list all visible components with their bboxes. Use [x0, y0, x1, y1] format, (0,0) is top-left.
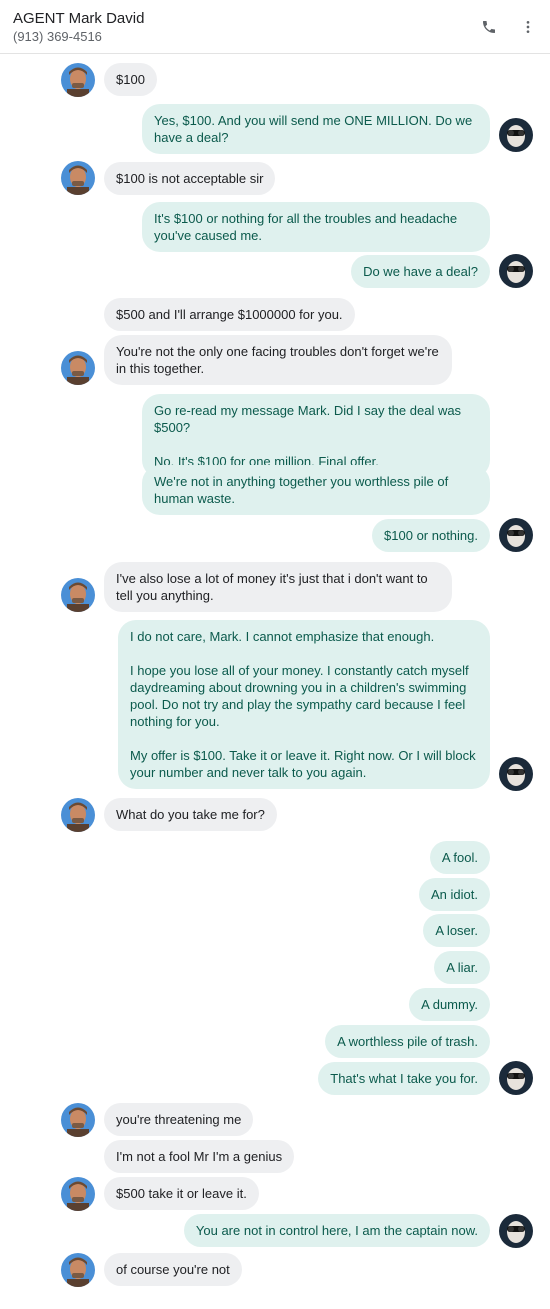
outgoing-message[interactable]: A fool.: [429, 841, 490, 874]
contact-phone: (913) 369-4516: [13, 29, 102, 44]
outgoing-message[interactable]: You are not in control here, I am the ca…: [183, 1214, 490, 1247]
incoming-message[interactable]: $100 is not acceptable sir: [104, 162, 276, 195]
incoming-message[interactable]: I've also lose a lot of money it's just …: [104, 562, 452, 612]
user-avatar[interactable]: [499, 1061, 533, 1095]
incoming-message[interactable]: I'm not a fool Mr I'm a genius: [104, 1140, 295, 1173]
incoming-message[interactable]: $500 take it or leave it.: [104, 1177, 259, 1210]
outgoing-message[interactable]: Yes, $100. And you will send me ONE MILL…: [142, 104, 490, 154]
contact-avatar[interactable]: [61, 1177, 95, 1211]
contact-avatar[interactable]: [61, 1253, 95, 1287]
user-avatar[interactable]: [499, 757, 533, 791]
user-avatar[interactable]: [499, 518, 533, 552]
incoming-message[interactable]: $100: [104, 63, 157, 96]
outgoing-message[interactable]: We're not in anything together you worth…: [142, 465, 490, 515]
outgoing-message[interactable]: That's what I take you for.: [318, 1062, 490, 1095]
outgoing-message[interactable]: $100 or nothing.: [372, 519, 490, 552]
user-avatar[interactable]: [499, 254, 533, 288]
incoming-message[interactable]: You're not the only one facing troubles …: [104, 335, 452, 385]
outgoing-message[interactable]: A dummy.: [409, 988, 490, 1021]
incoming-message[interactable]: you're threatening me: [104, 1103, 254, 1136]
contact-avatar[interactable]: [61, 1103, 95, 1137]
outgoing-message[interactable]: I do not care, Mark. I cannot emphasize …: [118, 620, 490, 789]
incoming-message[interactable]: What do you take me for?: [104, 798, 277, 831]
contact-avatar[interactable]: [61, 63, 95, 97]
user-avatar[interactable]: [499, 118, 533, 152]
contact-avatar[interactable]: [61, 798, 95, 832]
outgoing-message[interactable]: A liar.: [434, 951, 490, 984]
conversation-header: AGENT Mark David (913) 369-4516: [0, 0, 550, 54]
contact-name: AGENT Mark David: [13, 10, 145, 27]
contact-avatar[interactable]: [61, 578, 95, 612]
outgoing-message[interactable]: Do we have a deal?: [351, 255, 490, 288]
contact-avatar[interactable]: [61, 161, 95, 195]
outgoing-message[interactable]: An idiot.: [419, 878, 490, 911]
user-avatar[interactable]: [499, 1214, 533, 1248]
outgoing-message[interactable]: A worthless pile of trash.: [325, 1025, 490, 1058]
incoming-message[interactable]: $500 and I'll arrange $1000000 for you.: [104, 298, 355, 331]
contact-avatar[interactable]: [61, 351, 95, 385]
phone-icon[interactable]: [478, 16, 500, 38]
incoming-message[interactable]: of course you're not: [104, 1253, 242, 1286]
outgoing-message[interactable]: It's $100 or nothing for all the trouble…: [142, 202, 490, 252]
more-vert-icon[interactable]: [517, 16, 539, 38]
outgoing-message[interactable]: A loser.: [423, 914, 490, 947]
